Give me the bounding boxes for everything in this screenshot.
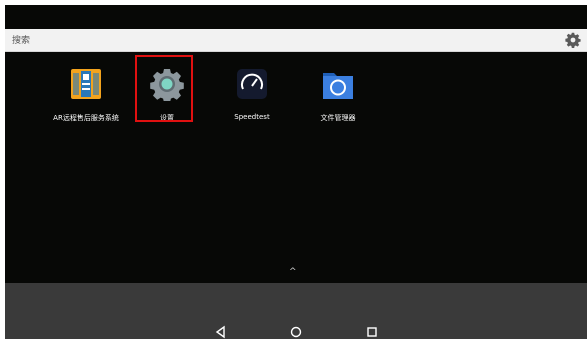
home-circle-icon[interactable] <box>289 325 303 339</box>
search-bar[interactable]: 搜索 <box>5 29 587 52</box>
app-file-manager[interactable]: 文件管理器 <box>298 67 378 123</box>
app-drawer-caret[interactable]: ^ <box>289 267 297 277</box>
highlight-box <box>135 55 193 122</box>
gear-icon[interactable] <box>565 32 581 48</box>
app-speedtest[interactable]: Speedtest <box>212 67 292 121</box>
search-placeholder: 搜索 <box>12 36 31 46</box>
app-label-ar: AR远程售后服务系统 <box>53 114 119 122</box>
ar-remote-service-icon <box>71 69 101 99</box>
speedtest-gauge-icon <box>237 69 267 99</box>
file-manager-folder-icon <box>323 73 353 99</box>
app-ar-remote-service[interactable]: AR远程售后服务系统 <box>46 67 126 123</box>
back-triangle-icon[interactable] <box>214 325 228 339</box>
app-label-speedtest: Speedtest <box>234 113 270 121</box>
navigation-bar <box>5 283 587 339</box>
device-screen: 搜索 AR远程售后服务系统 设置 Speedtest 文件管理器 ^ <box>5 5 587 339</box>
app-label-file-manager: 文件管理器 <box>320 114 356 122</box>
recents-square-icon[interactable] <box>365 325 379 339</box>
